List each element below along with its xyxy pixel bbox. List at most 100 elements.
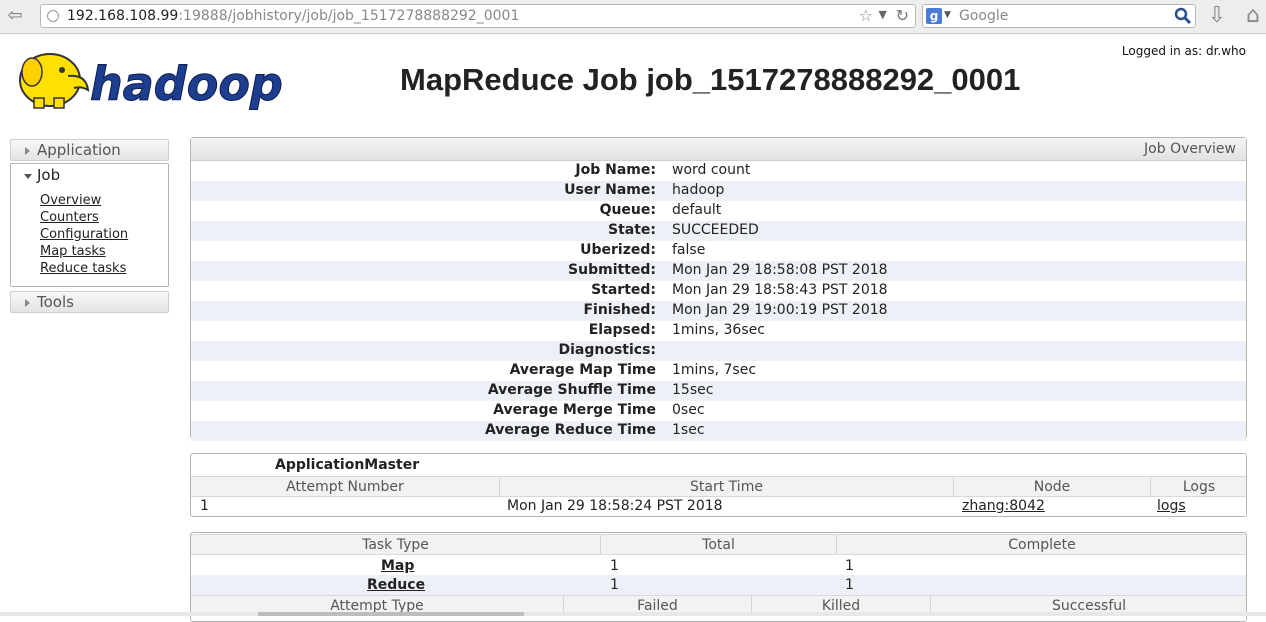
overview-row: User Name: hadoop bbox=[191, 181, 1246, 201]
overview-key: Elapsed: bbox=[588, 322, 656, 338]
am-logs-link[interactable]: logs bbox=[1157, 498, 1186, 514]
overview-value: word count bbox=[672, 162, 751, 178]
nav-link-overview[interactable]: Overview bbox=[40, 192, 128, 209]
nav-job-section: Job Overview Counters Configuration Map … bbox=[10, 163, 169, 287]
overview-row: Finished: Mon Jan 29 19:00:19 PST 2018 bbox=[191, 301, 1246, 321]
page-title: MapReduce Job job_1517278888292_0001 bbox=[400, 62, 1021, 97]
task-reduce-complete: 1 bbox=[845, 577, 854, 593]
nav-application[interactable]: Application bbox=[10, 139, 169, 161]
tasks-panel: Task Type Total Complete Map 1 1 Reduce … bbox=[190, 532, 1247, 622]
overview-value: hadoop bbox=[672, 182, 725, 198]
overview-key: Submitted: bbox=[568, 262, 656, 278]
chevron-down-icon[interactable]: ▼ bbox=[879, 8, 887, 21]
search-bar[interactable]: g ▼ Google bbox=[922, 4, 1196, 28]
logo-wordmark: hadoop bbox=[90, 57, 283, 111]
tasks-header-total[interactable]: Total bbox=[601, 537, 836, 553]
overview-key: Uberized: bbox=[580, 242, 656, 258]
overview-row: Submitted: Mon Jan 29 18:58:08 PST 2018 bbox=[191, 261, 1246, 281]
address-bar[interactable]: 192.168.108.99:19888/jobhistory/job/job_… bbox=[40, 4, 916, 28]
hadoop-logo[interactable]: hadoop bbox=[12, 42, 312, 114]
overview-value: default bbox=[672, 202, 722, 218]
task-reduce-total: 1 bbox=[610, 577, 619, 593]
overview-key: Started: bbox=[591, 282, 656, 298]
tasks-header-row: Task Type Total Complete bbox=[191, 534, 1246, 555]
overview-value: SUCCEEDED bbox=[672, 222, 759, 238]
browser-toolbar: ⇦ 192.168.108.99:19888/jobhistory/job/jo… bbox=[0, 0, 1266, 34]
overview-key: Average Reduce Time bbox=[484, 422, 656, 438]
job-overview-panel: Job Overview Job Name: word count User N… bbox=[190, 137, 1247, 441]
am-attempt-number: 1 bbox=[200, 498, 209, 514]
url-text[interactable]: 192.168.108.99:19888/jobhistory/job/job_… bbox=[67, 8, 519, 24]
chevron-right-icon bbox=[25, 147, 30, 155]
overview-row: Average Shuffle Time 15sec bbox=[191, 381, 1246, 401]
overview-key: Average Shuffle Time bbox=[487, 382, 656, 398]
overview-key: Average Map Time bbox=[509, 362, 656, 378]
nav-link-configuration[interactable]: Configuration bbox=[40, 226, 128, 243]
overview-row: Uberized: false bbox=[191, 241, 1246, 261]
globe-icon bbox=[47, 10, 59, 22]
nav-application-label: Application bbox=[37, 141, 121, 159]
am-header-node[interactable]: Node bbox=[954, 479, 1150, 495]
task-type-reduce-link[interactable]: Reduce bbox=[367, 577, 425, 593]
overview-key: Job Name: bbox=[575, 162, 656, 178]
reload-icon[interactable]: ↻ bbox=[896, 6, 909, 25]
horizontal-scrollbar[interactable] bbox=[0, 612, 1266, 616]
nav-link-map-tasks[interactable]: Map tasks bbox=[40, 243, 128, 260]
tasks-header-type[interactable]: Task Type bbox=[191, 537, 600, 553]
overview-key: User Name: bbox=[564, 182, 656, 198]
job-overview-header: Job Overview bbox=[191, 138, 1246, 161]
overview-row: Diagnostics: bbox=[191, 341, 1246, 361]
overview-key: Diagnostics: bbox=[558, 342, 656, 358]
logged-in-user: Logged in as: dr.who bbox=[1121, 44, 1246, 58]
nav-link-reduce-tasks[interactable]: Reduce tasks bbox=[40, 260, 128, 277]
search-icon[interactable] bbox=[1174, 7, 1192, 25]
application-master-title: ApplicationMaster bbox=[275, 457, 420, 473]
overview-value: false bbox=[672, 242, 706, 258]
overview-value: 0sec bbox=[672, 402, 705, 418]
nav-tools-label: Tools bbox=[37, 293, 74, 311]
tasks-header-complete[interactable]: Complete bbox=[837, 537, 1247, 553]
am-header-start-time[interactable]: Start Time bbox=[500, 479, 953, 495]
overview-value: Mon Jan 29 18:58:43 PST 2018 bbox=[672, 282, 888, 298]
overview-value: 15sec bbox=[672, 382, 714, 398]
overview-value: Mon Jan 29 19:00:19 PST 2018 bbox=[672, 302, 888, 318]
overview-row: Job Name: word count bbox=[191, 161, 1246, 181]
overview-key: State: bbox=[607, 222, 656, 238]
overview-value: Mon Jan 29 18:58:08 PST 2018 bbox=[672, 262, 888, 278]
overview-row: Started: Mon Jan 29 18:58:43 PST 2018 bbox=[191, 281, 1246, 301]
overview-row: State: SUCCEEDED bbox=[191, 221, 1246, 241]
overview-value: 1mins, 36sec bbox=[672, 322, 765, 338]
back-icon[interactable]: ⇦ bbox=[2, 4, 28, 28]
overview-key: Queue: bbox=[599, 202, 656, 218]
search-engine-dropdown-icon[interactable]: ▼ bbox=[944, 10, 951, 20]
download-icon[interactable]: ⇩ bbox=[1204, 4, 1230, 30]
application-master-panel: ApplicationMaster Attempt Number Start T… bbox=[190, 453, 1247, 517]
am-start-time: Mon Jan 29 18:58:24 PST 2018 bbox=[507, 498, 723, 514]
am-node-link[interactable]: zhang:8042 bbox=[962, 498, 1045, 514]
overview-row: Queue: default bbox=[191, 201, 1246, 221]
nav-job-links: Overview Counters Configuration Map task… bbox=[40, 192, 128, 277]
task-type-map-link[interactable]: Map bbox=[381, 558, 414, 574]
overview-key: Average Merge Time bbox=[493, 402, 656, 418]
task-map-total: 1 bbox=[610, 558, 619, 574]
overview-row: Average Merge Time 0sec bbox=[191, 401, 1246, 421]
overview-key: Finished: bbox=[583, 302, 656, 318]
google-icon[interactable]: g bbox=[926, 8, 942, 24]
nav-link-counters[interactable]: Counters bbox=[40, 209, 128, 226]
nav-tools[interactable]: Tools bbox=[10, 291, 169, 313]
overview-row: Average Map Time 1mins, 7sec bbox=[191, 361, 1246, 381]
overview-value: 1mins, 7sec bbox=[672, 362, 757, 378]
search-input[interactable]: Google bbox=[959, 8, 1008, 24]
am-header-row: Attempt Number Start Time Node Logs bbox=[191, 476, 1246, 497]
table-row: Reduce 1 1 bbox=[191, 575, 1246, 595]
home-icon[interactable]: ⌂ bbox=[1240, 4, 1266, 30]
am-header-attempt[interactable]: Attempt Number bbox=[191, 479, 499, 495]
overview-row: Average Reduce Time 1sec bbox=[191, 421, 1246, 441]
chevron-down-icon[interactable] bbox=[24, 174, 32, 179]
scrollbar-thumb[interactable] bbox=[258, 612, 524, 616]
overview-row: Elapsed: 1mins, 36sec bbox=[191, 321, 1246, 341]
chevron-right-icon bbox=[25, 299, 30, 307]
nav-job-label[interactable]: Job bbox=[37, 166, 60, 184]
bookmark-star-icon[interactable]: ☆ bbox=[859, 6, 873, 25]
am-header-logs[interactable]: Logs bbox=[1151, 479, 1247, 495]
